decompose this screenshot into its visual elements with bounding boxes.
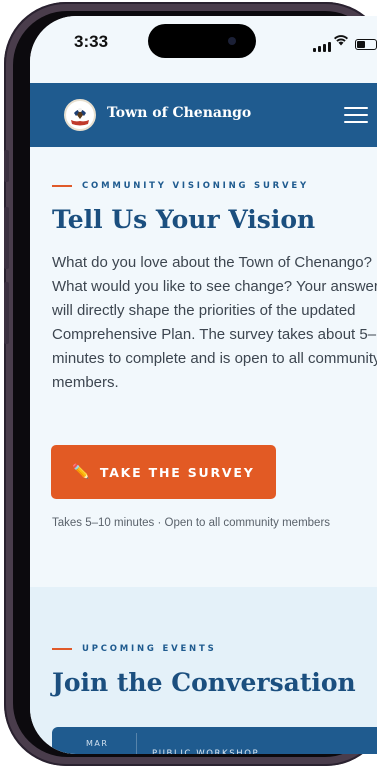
site-title[interactable]: Town of Chenango (107, 105, 251, 121)
mute-switch (4, 150, 9, 182)
camera-dot (228, 37, 236, 45)
events-eyebrow: UPCOMING EVENTS (52, 644, 217, 654)
pencil-icon: ✏️ (72, 464, 90, 480)
eyebrow-accent-line (52, 648, 72, 650)
survey-description: What do you love about the Town of Chena… (52, 254, 377, 391)
survey-eyebrow: COMMUNITY VISIONING SURVEY (52, 181, 309, 191)
event-card[interactable]: MAR 21 PUBLIC WORKSHOP (52, 727, 377, 754)
town-seal-icon[interactable] (64, 99, 96, 131)
phone-screen: 3:33 Town of Chenango COMMUNITY VISIONIN… (30, 16, 377, 754)
status-bar: 3:33 (30, 16, 377, 83)
events-heading: Join the Conversation (52, 668, 356, 697)
survey-heading: Tell Us Your Vision (52, 205, 316, 234)
volume-down-button (4, 282, 9, 344)
take-survey-label: TAKE THE SURVEY (99, 464, 255, 480)
battery-icon (355, 39, 377, 50)
cellular-signal-icon (313, 42, 331, 52)
events-eyebrow-text: UPCOMING EVENTS (82, 644, 217, 654)
status-time: 3:33 (74, 32, 109, 51)
site-header: Town of Chenango (30, 83, 377, 147)
take-survey-button[interactable]: ✏️ TAKE THE SURVEY (51, 445, 276, 499)
event-day: 21 (86, 751, 114, 754)
event-divider (136, 733, 137, 754)
survey-note: Takes 5–10 minutes · Open to all communi… (52, 517, 331, 529)
hamburger-menu-icon[interactable] (344, 105, 368, 125)
dynamic-island (148, 24, 256, 58)
event-type: PUBLIC WORKSHOP (152, 749, 260, 754)
eyebrow-accent-line (52, 185, 72, 187)
survey-eyebrow-text: COMMUNITY VISIONING SURVEY (82, 181, 309, 191)
wifi-icon (334, 35, 348, 46)
events-section: UPCOMING EVENTS Join the Conversation MA… (30, 587, 377, 754)
event-month: MAR (86, 739, 109, 748)
volume-up-button (4, 207, 9, 269)
survey-section: COMMUNITY VISIONING SURVEY Tell Us Your … (30, 147, 377, 587)
